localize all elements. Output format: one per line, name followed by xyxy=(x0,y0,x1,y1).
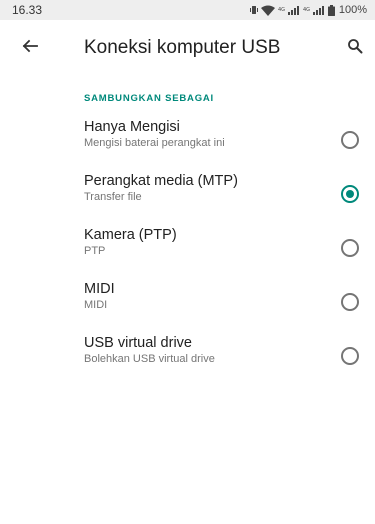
option-ptp[interactable]: Kamera (PTP) PTP xyxy=(0,218,375,272)
radio-button[interactable] xyxy=(341,239,359,257)
search-icon xyxy=(347,38,363,59)
status-icons: 4G 4G xyxy=(249,4,335,16)
option-text: Perangkat media (MTP) Transfer file xyxy=(84,172,238,204)
radio-button-selected[interactable] xyxy=(341,185,359,203)
option-usb-virtual-drive[interactable]: USB virtual drive Bolehkan USB virtual d… xyxy=(0,326,375,380)
option-subtitle: Bolehkan USB virtual drive xyxy=(84,353,215,365)
svg-text:4G: 4G xyxy=(303,7,310,13)
app-bar: Koneksi komputer USB xyxy=(0,20,375,76)
arrow-back-icon xyxy=(22,38,38,59)
option-subtitle: PTP xyxy=(84,245,106,257)
section-header: SAMBUNGKAN SEBAGAI xyxy=(84,93,214,104)
option-text: Kamera (PTP) PTP xyxy=(84,226,177,258)
option-subtitle: Transfer file xyxy=(84,191,142,203)
option-title: USB virtual drive xyxy=(84,335,192,351)
option-text: USB virtual drive Bolehkan USB virtual d… xyxy=(84,334,215,366)
page-title: Koneksi komputer USB xyxy=(84,37,281,58)
option-subtitle: Mengisi baterai perangkat ini xyxy=(84,137,225,149)
back-button[interactable] xyxy=(18,36,42,60)
option-subtitle: MIDI xyxy=(84,299,108,311)
option-title: Perangkat media (MTP) xyxy=(84,173,238,189)
search-button[interactable] xyxy=(343,36,367,60)
option-charge-only[interactable]: Hanya Mengisi Mengisi baterai perangkat … xyxy=(0,110,375,164)
option-title: Kamera (PTP) xyxy=(84,227,177,243)
usb-mode-list: Hanya Mengisi Mengisi baterai perangkat … xyxy=(0,110,375,380)
vibrate-icon xyxy=(249,5,258,15)
radio-button[interactable] xyxy=(341,347,359,365)
radio-button[interactable] xyxy=(341,131,359,149)
status-time: 16.33 xyxy=(12,3,43,17)
battery-icon xyxy=(327,4,335,16)
option-mtp[interactable]: Perangkat media (MTP) Transfer file xyxy=(0,164,375,218)
svg-text:4G: 4G xyxy=(278,7,285,13)
wifi-icon xyxy=(260,5,275,16)
radio-button[interactable] xyxy=(341,293,359,311)
status-right: 4G 4G 100% xyxy=(249,4,367,16)
option-title: MIDI xyxy=(84,281,115,297)
signal-4g-icon: 4G xyxy=(278,5,300,15)
option-text: MIDI MIDI xyxy=(84,280,115,312)
battery-level: 100% xyxy=(338,4,367,16)
option-text: Hanya Mengisi Mengisi baterai perangkat … xyxy=(84,118,225,150)
option-midi[interactable]: MIDI MIDI xyxy=(0,272,375,326)
signal-4g-icon: 4G xyxy=(303,5,325,15)
option-title: Hanya Mengisi xyxy=(84,119,180,135)
status-bar: 16.33 4G 4G 100% xyxy=(0,0,375,20)
